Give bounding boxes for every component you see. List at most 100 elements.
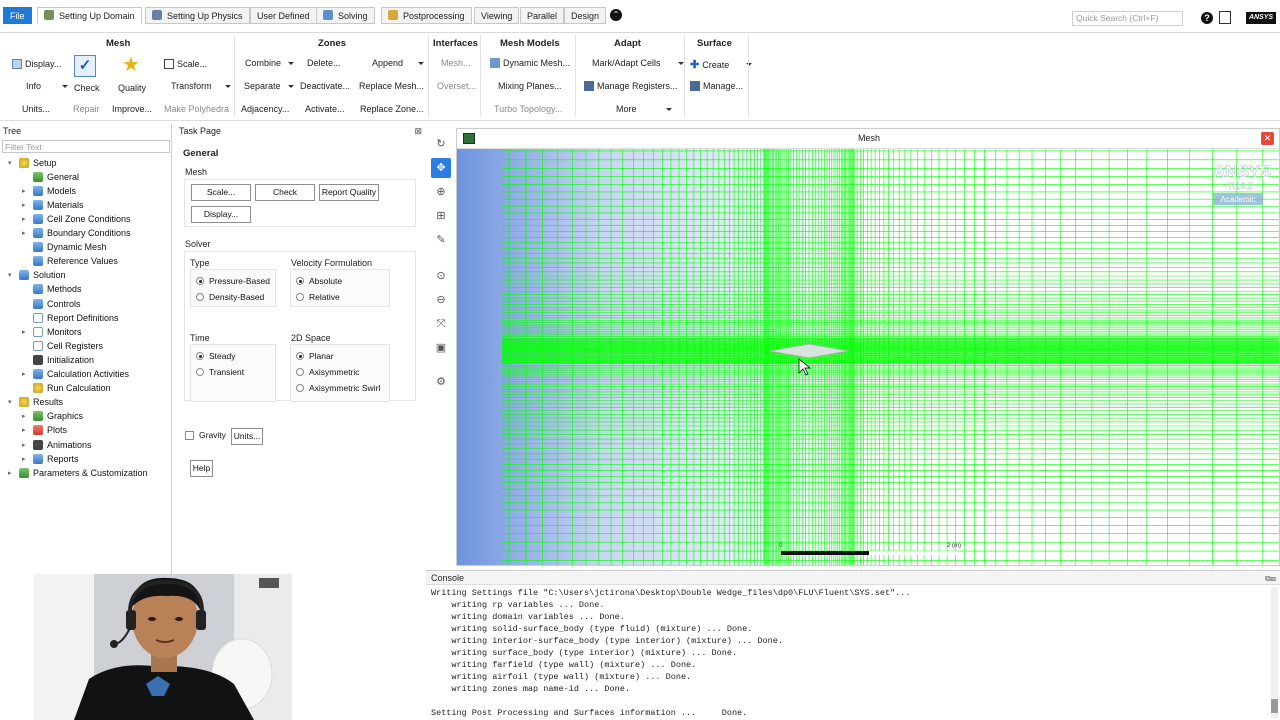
expand-toggle-icon[interactable]: ▸	[22, 215, 29, 223]
screenshot-icon[interactable]: ▣	[431, 338, 451, 358]
tree-item-materials[interactable]: ▸ Materials	[22, 198, 84, 211]
mark-adapt-cells-button[interactable]: Mark/Adapt Cells	[592, 58, 684, 68]
tree-item-methods[interactable]: Methods	[22, 283, 82, 296]
tree-item-reports[interactable]: ▸ Reports	[22, 452, 79, 465]
steady-radio[interactable]: Steady	[196, 351, 235, 361]
tree-item-animations[interactable]: ▸ Animations	[22, 438, 92, 451]
mixing-planes-button[interactable]: Mixing Planes...	[498, 81, 562, 91]
info-button[interactable]: Info	[26, 81, 69, 91]
transient-radio[interactable]: Transient	[196, 367, 244, 377]
tree-item-cell-zone-conditions[interactable]: ▸ Cell Zone Conditions	[22, 212, 131, 225]
expand-toggle-icon[interactable]: ▸	[22, 455, 29, 463]
make-polyhedra-button[interactable]: Make Polyhedra	[164, 104, 229, 114]
manage-registers-button[interactable]: Manage Registers...	[584, 81, 678, 91]
mesh-display[interactable]: 0 2 (m) ANSYS R19.2 Academic	[457, 149, 1280, 566]
tree-item-models[interactable]: ▸ Models	[22, 184, 76, 197]
tree-item-setup[interactable]: ▾ Setup	[8, 156, 57, 169]
expand-toggle-icon[interactable]: ▾	[8, 398, 15, 406]
axes-icon[interactable]: ⤧	[431, 314, 451, 334]
quality-button[interactable]: Quality	[118, 83, 146, 93]
check-mesh-button[interactable]: Check	[255, 184, 315, 201]
tab-solving[interactable]: Solving	[316, 7, 375, 24]
scale-mesh-button[interactable]: Scale...	[191, 184, 251, 201]
collapse-ribbon-icon[interactable]: ⌃	[610, 9, 622, 21]
tree-item-cell-registers[interactable]: Cell Registers	[22, 339, 103, 352]
density-based-radio[interactable]: Density-Based	[196, 292, 264, 302]
tab-setting-up-domain[interactable]: Setting Up Domain	[37, 7, 142, 24]
adapt-more-button[interactable]: More	[616, 104, 672, 114]
tab-setting-up-physics[interactable]: Setting Up Physics	[145, 7, 250, 24]
probe-icon[interactable]: ✎	[431, 230, 451, 250]
combine-button[interactable]: Combine	[245, 58, 295, 68]
tree-item-results[interactable]: ▾ Results	[8, 396, 63, 409]
units-button[interactable]: Units...	[22, 104, 50, 114]
expand-toggle-icon[interactable]: ▸	[22, 370, 29, 378]
check-button[interactable]: Check	[74, 83, 100, 93]
expand-toggle-icon[interactable]: ▸	[22, 201, 29, 209]
expand-toggle-icon[interactable]: ▸	[22, 328, 29, 336]
quick-search-input[interactable]: Quick Search (Ctrl+F)	[1072, 11, 1183, 26]
zoom-out-icon[interactable]: ⊖	[431, 290, 451, 310]
rotate-icon[interactable]: ↻	[431, 134, 451, 154]
layout-icon[interactable]	[1219, 11, 1231, 24]
tab-viewing[interactable]: Viewing	[474, 7, 520, 24]
replace-mesh-button[interactable]: Replace Mesh...	[359, 81, 424, 91]
tree-item-boundary-conditions[interactable]: ▸ Boundary Conditions	[22, 227, 131, 240]
tree-item-monitors[interactable]: ▸ Monitors	[22, 325, 82, 338]
report-quality-button[interactable]: Report Quality	[319, 184, 379, 201]
activate-button[interactable]: Activate...	[305, 104, 345, 114]
expand-toggle-icon[interactable]: ▾	[8, 271, 15, 279]
tree-item-graphics[interactable]: ▸ Graphics	[22, 410, 83, 423]
tree-item-reference-values[interactable]: Reference Values	[22, 255, 118, 268]
console-scrollbar[interactable]	[1271, 587, 1278, 719]
expand-toggle-icon[interactable]: ▸	[22, 441, 29, 449]
expand-toggle-icon[interactable]: ▸	[22, 426, 29, 434]
expand-toggle-icon[interactable]: ▸	[22, 412, 29, 420]
pressure-based-radio[interactable]: Pressure-Based	[196, 276, 270, 286]
scale-button[interactable]: Scale...	[164, 59, 207, 69]
tree-item-plots[interactable]: ▸ Plots	[22, 424, 67, 437]
delete-zone-button[interactable]: Delete...	[307, 58, 341, 68]
overset-button[interactable]: Overset...	[437, 81, 476, 91]
tree-item-controls[interactable]: Controls	[22, 297, 81, 310]
axisymmetric-radio[interactable]: Axisymmetric	[296, 367, 360, 377]
display-mesh-button[interactable]: Display...	[191, 206, 251, 223]
turbo-topology-button[interactable]: Turbo Topology...	[494, 104, 562, 114]
axisymmetric-swirl-radio[interactable]: Axisymmetric Swirl	[296, 383, 380, 393]
pan-icon[interactable]: ✥	[431, 158, 451, 178]
deactivate-button[interactable]: Deactivate...	[300, 81, 350, 91]
expand-toggle-icon[interactable]: ▸	[22, 229, 29, 237]
repair-button[interactable]: Repair	[73, 104, 100, 114]
replace-zone-button[interactable]: Replace Zone...	[360, 104, 424, 114]
planar-radio[interactable]: Planar	[296, 351, 334, 361]
tree-item-initialization[interactable]: Initialization	[22, 353, 94, 366]
tab-parallel[interactable]: Parallel	[520, 7, 565, 24]
tree-item-report-definitions[interactable]: Report Definitions	[22, 311, 119, 324]
tab-user-defined[interactable]: User Defined	[250, 7, 317, 24]
relative-radio[interactable]: Relative	[296, 292, 340, 302]
separate-button[interactable]: Separate	[244, 81, 294, 91]
create-surface-button[interactable]: ✚ Create	[690, 58, 753, 71]
gravity-checkbox[interactable]: Gravity	[185, 430, 226, 440]
absolute-radio[interactable]: Absolute	[296, 276, 342, 286]
expand-toggle-icon[interactable]: ▸	[8, 469, 15, 477]
units-button[interactable]: Units...	[231, 428, 263, 445]
tree-item-calculation-activities[interactable]: ▸ Calculation Activities	[22, 368, 129, 381]
tab-postprocessing[interactable]: Postprocessing	[381, 7, 472, 24]
adjacency-button[interactable]: Adjacency...	[241, 104, 289, 114]
dynamic-mesh-button[interactable]: Dynamic Mesh...	[490, 58, 570, 68]
tree-item-solution[interactable]: ▾ Solution	[8, 269, 66, 282]
console-scrollbar-thumb[interactable]	[1271, 699, 1278, 713]
help-icon[interactable]: ?	[1201, 12, 1213, 24]
transform-button[interactable]: Transform	[171, 81, 231, 91]
zoom-in-icon[interactable]: ⊕	[431, 182, 451, 202]
tree-item-parameters-customization[interactable]: ▸ Parameters & Customization	[8, 466, 148, 479]
close-window-button[interactable]: ✕	[1261, 132, 1274, 145]
expand-toggle-icon[interactable]: ▸	[22, 187, 29, 195]
append-button[interactable]: Append	[372, 58, 425, 68]
manage-surface-button[interactable]: Manage...	[690, 81, 743, 91]
tree-item-dynamic-mesh[interactable]: Dynamic Mesh	[22, 241, 107, 254]
tab-file[interactable]: File	[3, 7, 32, 24]
console-output[interactable]: Writing Settings file "C:\Users\jctirona…	[431, 587, 1261, 719]
improve-button[interactable]: Improve...	[112, 104, 152, 114]
